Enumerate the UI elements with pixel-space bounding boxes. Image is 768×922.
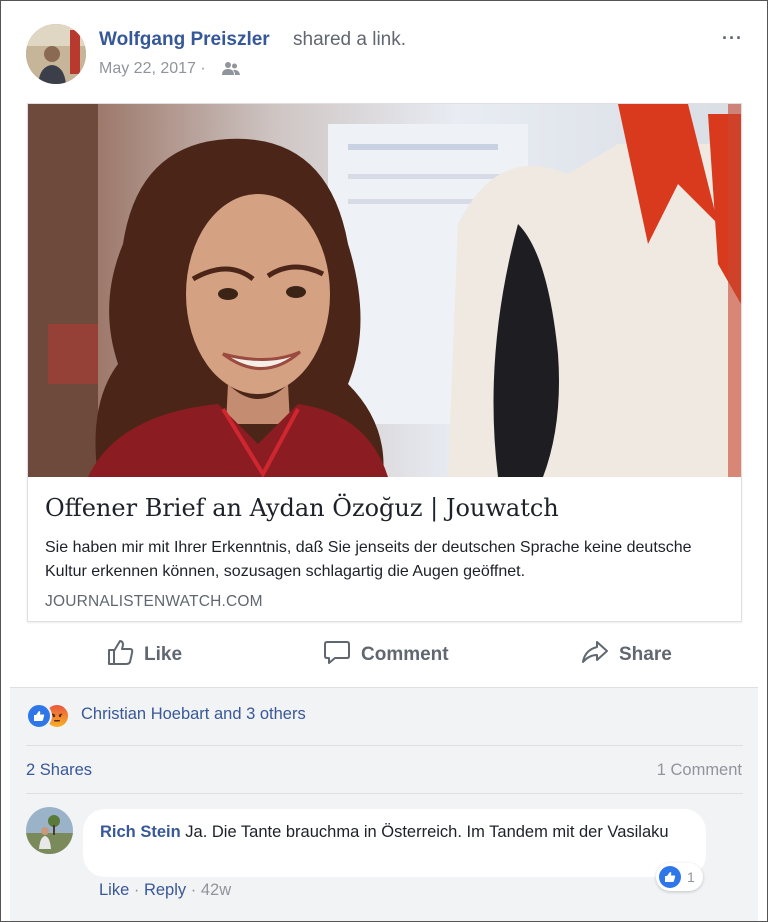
link-domain: JOURNALISTENWATCH.COM bbox=[45, 593, 263, 610]
comment-button[interactable]: Comment bbox=[323, 639, 449, 671]
share-label: Share bbox=[619, 644, 672, 665]
like-reaction-icon bbox=[26, 703, 52, 729]
commenter-avatar[interactable] bbox=[26, 807, 73, 854]
comments-count[interactable]: 1 Comment bbox=[657, 761, 742, 780]
post-card: Wolfgang Preiszler shared a link. May 22… bbox=[0, 0, 768, 922]
like-reaction-icon bbox=[659, 866, 681, 888]
comment-bubble: Rich Stein Ja. Die Tante brauchma in Öst… bbox=[83, 809, 706, 877]
comment-reply-link[interactable]: Reply bbox=[144, 881, 186, 899]
like-label: Like bbox=[144, 644, 183, 665]
more-options-icon[interactable]: ··· bbox=[722, 28, 743, 49]
reactors-summary[interactable]: Christian Hoebart and 3 others bbox=[81, 705, 306, 724]
comment-actions: Like · Reply · 42w bbox=[99, 881, 231, 900]
thumbs-up-icon bbox=[106, 638, 144, 672]
post-action-text: shared a link. bbox=[293, 29, 407, 50]
divider bbox=[26, 793, 743, 794]
separator: · bbox=[133, 881, 140, 899]
comment-bubble-icon bbox=[323, 638, 361, 672]
link-preview[interactable]: Offener Brief an Aydan Özoğuz | Jouwatch… bbox=[27, 103, 742, 622]
friends-icon bbox=[222, 61, 240, 82]
link-description: Sie haben mir mit Ihrer Erkenntnis, daß … bbox=[45, 539, 692, 580]
separator: · bbox=[190, 881, 197, 899]
share-arrow-icon bbox=[581, 638, 619, 672]
commenter-name[interactable]: Rich Stein bbox=[100, 823, 181, 841]
like-button[interactable]: Like bbox=[106, 639, 182, 671]
comment-like-link[interactable]: Like bbox=[99, 881, 129, 899]
post-date[interactable]: May 22, 2017 · bbox=[99, 60, 206, 78]
comment-reaction-count: 1 bbox=[687, 869, 695, 885]
comment-text-block: Rich Stein Ja. Die Tante brauchma in Öst… bbox=[100, 820, 690, 844]
link-title[interactable]: Offener Brief an Aydan Özoğuz | Jouwatch bbox=[45, 494, 559, 522]
shares-count[interactable]: 2 Shares bbox=[26, 761, 92, 780]
comment-reaction-badge[interactable]: 1 bbox=[656, 863, 703, 891]
divider bbox=[26, 745, 743, 746]
author-avatar[interactable] bbox=[26, 24, 86, 84]
author-name[interactable]: Wolfgang Preiszler bbox=[99, 29, 270, 51]
comment-timestamp[interactable]: 42w bbox=[201, 881, 231, 899]
reaction-icons[interactable] bbox=[26, 703, 70, 729]
comment-label: Comment bbox=[361, 644, 449, 665]
comment-text: Ja. Die Tante brauchma in Österreich. Im… bbox=[185, 823, 669, 841]
link-image[interactable] bbox=[28, 104, 741, 477]
share-button[interactable]: Share bbox=[581, 639, 672, 671]
